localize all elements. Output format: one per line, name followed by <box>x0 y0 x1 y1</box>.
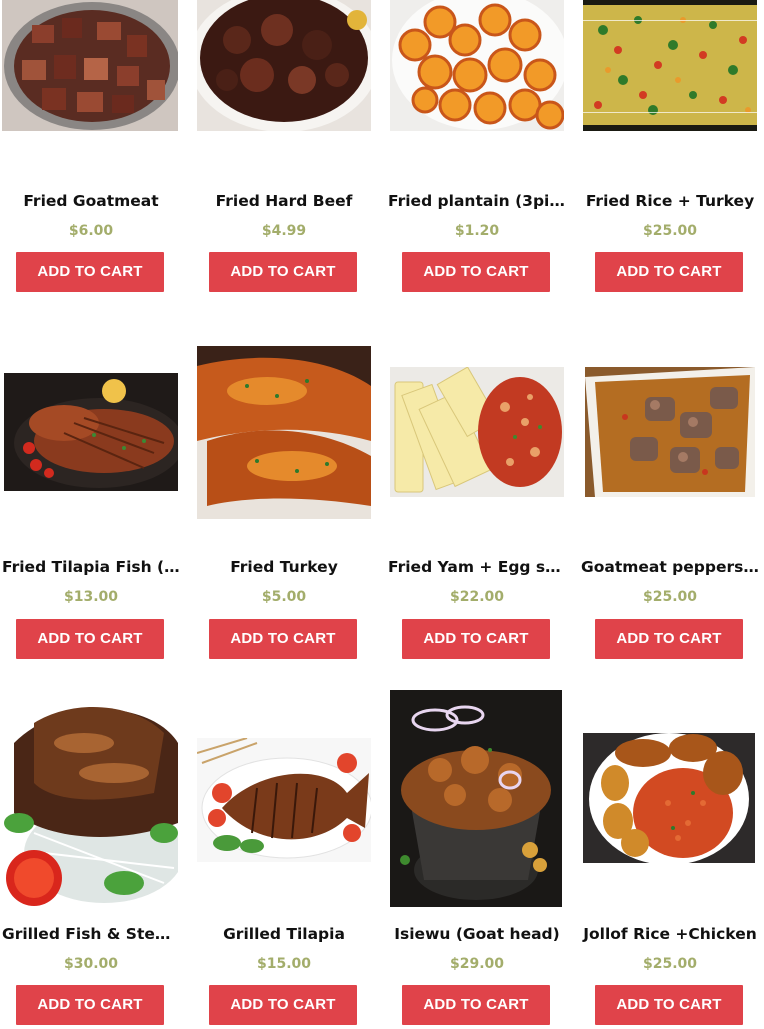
product-card: Grilled Tilapia $15.00 ADD TO CART <box>195 680 373 1029</box>
product-card: Fried Goatmeat $6.00 ADD TO CART <box>2 0 180 300</box>
product-name[interactable]: Grilled Tilapia <box>195 925 373 943</box>
product-name[interactable]: Fried Turkey <box>195 558 373 576</box>
product-price: $25.00 <box>642 589 698 605</box>
product-price: $4.99 <box>261 223 307 239</box>
fried-rice-turkey-image[interactable] <box>583 0 759 131</box>
fried-tilapia-image[interactable] <box>4 373 180 491</box>
add-to-cart-button[interactable]: ADD TO CART <box>595 619 743 659</box>
goatmeat-pepper-soup-image[interactable] <box>585 367 759 497</box>
product-card: Fried plantain (3pie… $1.20 ADD TO CART <box>388 0 566 300</box>
product-name[interactable]: Jollof Rice +Chicken <box>581 925 759 943</box>
product-name[interactable]: Fried Hard Beef <box>195 192 373 210</box>
jollof-rice-chicken-image[interactable] <box>583 733 757 863</box>
product-name[interactable]: Fried Rice + Turkey <box>581 192 759 210</box>
product-price: $25.00 <box>642 223 698 239</box>
product-name[interactable]: Grilled Fish & Steak … <box>2 925 180 943</box>
product-card: Grilled Fish & Steak … $30.00 ADD TO CAR… <box>2 680 180 1029</box>
product-card: Fried Tilapia Fish (w… $13.00 ADD TO CAR… <box>2 340 180 660</box>
add-to-cart-button[interactable]: ADD TO CART <box>16 252 164 292</box>
add-to-cart-button[interactable]: ADD TO CART <box>402 619 550 659</box>
product-name[interactable]: Fried plantain (3pie… <box>388 192 566 210</box>
product-card: Fried Turkey $5.00 ADD TO CART <box>195 340 373 660</box>
add-to-cart-button[interactable]: ADD TO CART <box>16 619 164 659</box>
product-card: Isiewu (Goat head) $29.00 ADD TO CART <box>388 680 566 1029</box>
add-to-cart-button[interactable]: ADD TO CART <box>209 619 357 659</box>
product-price: $6.00 <box>68 223 114 239</box>
product-price: $13.00 <box>63 589 119 605</box>
product-name[interactable]: Goatmeat pepperso… <box>581 558 759 576</box>
product-name[interactable]: Fried Tilapia Fish (w… <box>2 558 180 576</box>
fried-plantain-image[interactable] <box>390 0 566 131</box>
fried-turkey-image[interactable] <box>197 346 371 519</box>
product-price: $5.00 <box>261 589 307 605</box>
add-to-cart-button[interactable]: ADD TO CART <box>595 985 743 1025</box>
product-name[interactable]: Fried Yam + Egg sau… <box>388 558 566 576</box>
product-name[interactable]: Isiewu (Goat head) <box>388 925 566 943</box>
add-to-cart-button[interactable]: ADD TO CART <box>209 252 357 292</box>
product-price: $25.00 <box>642 956 698 972</box>
add-to-cart-button[interactable]: ADD TO CART <box>595 252 743 292</box>
product-price: $22.00 <box>449 589 505 605</box>
product-price: $30.00 <box>63 956 119 972</box>
product-price: $1.20 <box>454 223 500 239</box>
product-card: Fried Yam + Egg sau… $22.00 ADD TO CART <box>388 340 566 660</box>
fried-goatmeat-image[interactable] <box>2 0 178 131</box>
grilled-fish-steak-image[interactable] <box>4 683 180 915</box>
add-to-cart-button[interactable]: ADD TO CART <box>402 985 550 1025</box>
add-to-cart-button[interactable]: ADD TO CART <box>402 252 550 292</box>
fried-yam-egg-image[interactable] <box>390 367 564 497</box>
product-name[interactable]: Fried Goatmeat <box>2 192 180 210</box>
product-price: $29.00 <box>449 956 505 972</box>
add-to-cart-button[interactable]: ADD TO CART <box>16 985 164 1025</box>
product-card: Fried Hard Beef $4.99 ADD TO CART <box>195 0 373 300</box>
product-price: $15.00 <box>256 956 312 972</box>
add-to-cart-button[interactable]: ADD TO CART <box>209 985 357 1025</box>
grilled-tilapia-image[interactable] <box>197 738 371 862</box>
isiewu-image[interactable] <box>390 690 564 907</box>
product-card: Goatmeat pepperso… $25.00 ADD TO CART <box>581 340 759 660</box>
product-card: Jollof Rice +Chicken $25.00 ADD TO CART <box>581 680 759 1029</box>
product-card: Fried Rice + Turkey $25.00 ADD TO CART <box>581 0 759 300</box>
fried-hard-beef-image[interactable] <box>197 0 373 131</box>
